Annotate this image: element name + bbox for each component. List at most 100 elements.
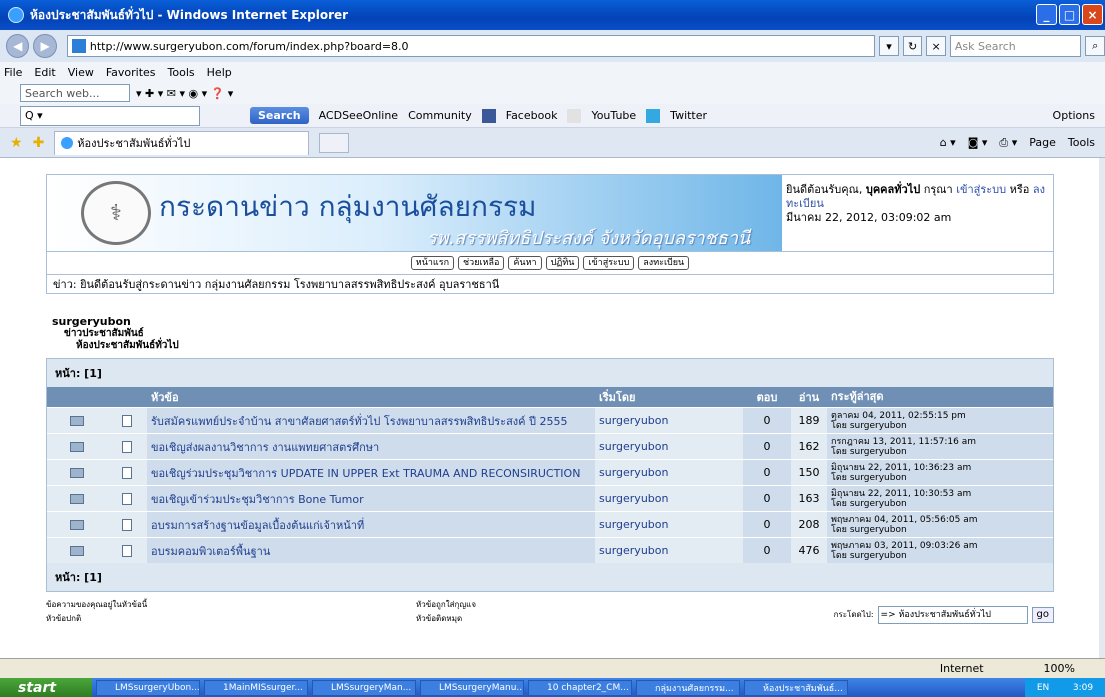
language-indicator[interactable]: EN bbox=[1037, 683, 1049, 693]
add-favorites-icon[interactable]: ✚ bbox=[33, 135, 45, 151]
topic-author[interactable]: surgeryubon bbox=[595, 486, 743, 511]
login-link[interactable]: เข้าสู่ระบบ bbox=[956, 183, 1006, 196]
stop-button[interactable]: × bbox=[926, 36, 946, 56]
toolbar-link-acdsee[interactable]: ACDSeeOnline bbox=[319, 109, 398, 122]
toolbar-link-facebook[interactable]: Facebook bbox=[506, 109, 558, 122]
toolbar-icons[interactable]: ▾ ✚ ▾ ✉ ▾ ◉ ▾ ❓ ▾ bbox=[136, 87, 233, 100]
tab-active[interactable]: ห้องประชาสัมพันธ์ทั่วไป bbox=[54, 130, 310, 155]
close-button[interactable]: × bbox=[1082, 4, 1103, 25]
menu-calendar-button[interactable]: ปฏิทิน bbox=[545, 256, 580, 270]
menu-register-button[interactable]: ลงทะเบียน bbox=[638, 256, 690, 270]
minimize-button[interactable]: _ bbox=[1036, 4, 1057, 25]
topic-subject[interactable]: ขอเชิญเข้าร่วมประชุมวิชาการ Bone Tumor bbox=[147, 486, 595, 511]
header-started-by[interactable]: เริ่มโดย bbox=[595, 388, 743, 406]
toolbar-link-youtube[interactable]: YouTube bbox=[591, 109, 636, 122]
new-tab-button[interactable] bbox=[319, 132, 350, 153]
back-button[interactable]: ◀ bbox=[6, 34, 30, 58]
toolbar-link-twitter[interactable]: Twitter bbox=[670, 109, 707, 122]
last-post-by[interactable]: โดย surgeryubon bbox=[831, 421, 1053, 431]
table-row: ขอเชิญส่งผลงานวิชาการ งานแพทยศาสตรศึกษา s… bbox=[47, 433, 1053, 459]
clock: 3:09 bbox=[1072, 682, 1094, 693]
toolbar-link-community[interactable]: Community bbox=[408, 109, 472, 122]
home-icon[interactable]: ⌂ ▾ bbox=[940, 136, 956, 150]
taskbar-item[interactable]: LMSsurgeryMan... bbox=[312, 679, 416, 696]
start-button[interactable]: start bbox=[0, 678, 92, 697]
go-button[interactable]: go bbox=[1031, 607, 1054, 623]
taskbar-item[interactable]: LMSsurgeryManu... bbox=[420, 679, 524, 696]
table-header: หัวข้อ เริ่มโดย ตอบ อ่าน กระทู้ล่าสุด bbox=[47, 387, 1053, 407]
last-post-date: ตุลาคม 04, 2011, 02:55:15 pm bbox=[831, 410, 966, 421]
page-icon bbox=[71, 39, 86, 53]
page-menu[interactable]: Page bbox=[1029, 136, 1056, 150]
menu-favorites[interactable]: Favorites bbox=[106, 66, 156, 79]
zoom-level[interactable]: 100% bbox=[1044, 662, 1075, 675]
feeds-icon[interactable]: ◙ ▾ bbox=[968, 136, 988, 150]
toolbar-search-input[interactable]: Q ▾ bbox=[20, 105, 200, 126]
menu-view[interactable]: View bbox=[68, 66, 94, 79]
topic-author[interactable]: surgeryubon bbox=[595, 512, 743, 537]
maximize-button[interactable]: □ bbox=[1059, 4, 1080, 25]
last-post-by[interactable]: โดย surgeryubon bbox=[831, 525, 1053, 535]
taskbar-item[interactable]: กลุ่มงานศัลยกรรม... bbox=[636, 679, 740, 696]
jump-select[interactable]: => ห้องประชาสัมพันธ์ทั่วไป bbox=[877, 606, 1028, 624]
taskbar-item[interactable]: 1MainMISsurger... bbox=[204, 679, 308, 696]
tools-menu[interactable]: Tools bbox=[1068, 136, 1095, 150]
vertical-scrollbar[interactable] bbox=[1099, 158, 1105, 658]
topic-subject[interactable]: ขอเชิญส่งผลงานวิชาการ งานแพทยศาสตรศึกษา bbox=[147, 434, 595, 459]
forward-button[interactable]: ▶ bbox=[33, 34, 57, 58]
toolbar-search-button[interactable]: Search bbox=[250, 107, 309, 124]
document-icon bbox=[122, 466, 132, 479]
topic-views: 162 bbox=[791, 434, 827, 459]
taskbar-item[interactable]: LMSsurgeryUbon... bbox=[96, 679, 200, 696]
refresh-button[interactable]: ↻ bbox=[902, 36, 923, 56]
current-datetime: มีนาคม 22, 2012, 03:09:02 am bbox=[786, 211, 952, 224]
menu-edit[interactable]: Edit bbox=[34, 66, 55, 79]
header-last-post[interactable]: กระทู้ล่าสุด bbox=[827, 391, 1053, 402]
url-field[interactable]: http://www.surgeryubon.com/forum/index.p… bbox=[66, 35, 876, 57]
last-post-date: กรกฎาคม 13, 2011, 11:57:16 am bbox=[831, 436, 977, 447]
search-icon[interactable]: ⌕ bbox=[1085, 36, 1105, 56]
search-web-input[interactable]: Search web... bbox=[20, 84, 130, 102]
breadcrumb-root[interactable]: surgeryubon bbox=[52, 316, 1054, 328]
topic-subject[interactable]: อบรมการสร้างฐานข้อมูลเบื้องต้นแก่เจ้าหน้… bbox=[147, 512, 595, 537]
menu-tools[interactable]: Tools bbox=[168, 66, 195, 79]
topic-author[interactable]: surgeryubon bbox=[595, 434, 743, 459]
taskbar-item[interactable]: 10 chapter2_CM... bbox=[528, 679, 632, 696]
topic-author[interactable]: surgeryubon bbox=[595, 408, 743, 433]
toolbar-options[interactable]: Options bbox=[1053, 109, 1095, 122]
topic-subject[interactable]: ขอเชิญร่วมประชุมวิชาการ UPDATE IN UPPER … bbox=[147, 460, 595, 485]
pager-bottom[interactable]: หน้า: [1] bbox=[47, 563, 1053, 591]
print-icon[interactable]: ⎙ ▾ bbox=[999, 136, 1017, 150]
document-icon bbox=[122, 440, 132, 453]
menu-help[interactable]: Help bbox=[207, 66, 232, 79]
favorites-star-icon[interactable]: ★ bbox=[10, 135, 23, 151]
topic-subject[interactable]: อบรมคอมพิวเตอร์พื้นฐาน bbox=[147, 538, 595, 563]
folder-icon bbox=[70, 519, 84, 530]
welcome-text: ยินดีต้อนรับคุณ, bbox=[786, 183, 863, 196]
pager-top[interactable]: หน้า: [1] bbox=[47, 359, 1053, 387]
menu-file[interactable]: File bbox=[4, 66, 22, 79]
url-dropdown-button[interactable]: ▾ bbox=[879, 36, 899, 56]
header-subject[interactable]: หัวข้อ bbox=[147, 388, 595, 406]
header-views[interactable]: อ่าน bbox=[791, 388, 827, 406]
folder-icon bbox=[70, 545, 84, 556]
breadcrumb-category[interactable]: ข่าวประชาสัมพันธ์ bbox=[52, 328, 1054, 340]
topic-views: 189 bbox=[791, 408, 827, 433]
topic-author[interactable]: surgeryubon bbox=[595, 460, 743, 485]
topic-subject[interactable]: รับสมัครแพทย์ประจำบ้าน สาขาศัลยศาสตร์ทั่… bbox=[147, 408, 595, 433]
last-post-by[interactable]: โดย surgeryubon bbox=[831, 499, 1053, 509]
last-post-by[interactable]: โดย surgeryubon bbox=[831, 473, 1053, 483]
menu-login-button[interactable]: เข้าสู่ระบบ bbox=[583, 256, 635, 270]
topic-author[interactable]: surgeryubon bbox=[595, 538, 743, 563]
taskbar-item[interactable]: ห้องประชาสัมพันธ์... bbox=[744, 679, 848, 696]
last-post-by[interactable]: โดย surgeryubon bbox=[831, 551, 1053, 561]
folder-icon bbox=[70, 467, 84, 478]
header-replies[interactable]: ตอบ bbox=[743, 388, 791, 406]
address-bar: ◀ ▶ http://www.surgeryubon.com/forum/ind… bbox=[0, 30, 1105, 62]
search-input[interactable]: Ask Search bbox=[949, 35, 1082, 57]
breadcrumb-board[interactable]: ห้องประชาสัมพันธ์ทั่วไป bbox=[52, 340, 1054, 352]
menu-help-button[interactable]: ช่วยเหลือ bbox=[458, 256, 505, 270]
last-post-by[interactable]: โดย surgeryubon bbox=[831, 447, 1053, 457]
menu-search-button[interactable]: ค้นหา bbox=[508, 256, 542, 270]
menu-home-button[interactable]: หน้าแรก bbox=[410, 256, 455, 270]
